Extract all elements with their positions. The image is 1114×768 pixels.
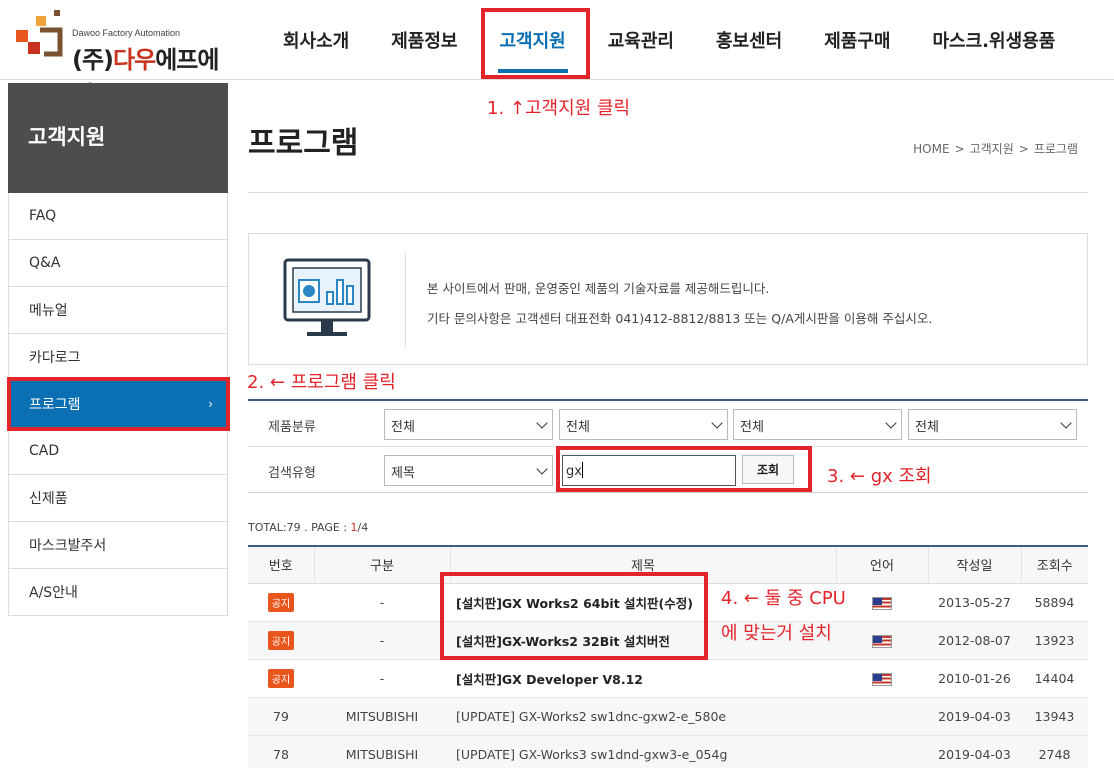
title-divider: [248, 192, 1088, 193]
sidebar-item-mask-order[interactable]: 마스크발주서: [8, 522, 228, 569]
row-views: 14404: [1021, 659, 1088, 698]
nav-purchase[interactable]: 제품구매: [803, 0, 911, 80]
result-summary: TOTAL:79 . PAGE : 1/4: [248, 521, 369, 534]
us-flag-icon: [872, 672, 892, 686]
sidebar-item-catalog[interactable]: 카다로그: [8, 334, 228, 381]
highlight-install-rows: [440, 572, 708, 660]
us-flag-icon: [872, 634, 892, 648]
search-type-select[interactable]: 제목: [384, 455, 553, 486]
nav-products[interactable]: 제품정보: [370, 0, 478, 80]
category-select-4[interactable]: 전체: [908, 409, 1077, 440]
row-number: 78: [248, 735, 314, 768]
row-category: -: [314, 621, 450, 660]
search-type-label: 검색유형: [268, 466, 316, 481]
nav-pr[interactable]: 홍보센터: [695, 0, 803, 80]
sidebar-item-cad[interactable]: CAD: [8, 428, 228, 475]
row-date: 2019-04-03: [928, 735, 1021, 768]
us-flag-icon: [872, 596, 892, 610]
row-category: -: [314, 659, 450, 698]
breadcrumb-home[interactable]: HOME: [913, 142, 949, 156]
col-views: 조회수: [1020, 546, 1088, 584]
chevron-down-icon: [1060, 417, 1072, 429]
current-page: 1: [350, 521, 358, 534]
logo-mark-icon: [16, 10, 63, 57]
row-title-link[interactable]: [UPDATE] GX-Works2 sw1dnc-gxw2-e_580e: [450, 697, 836, 736]
annotation-step-4-line-2: 에 맞는거 설치: [721, 623, 832, 644]
category-select-3[interactable]: 전체: [733, 409, 902, 440]
annotation-step-4-line-1: 4. ← 둘 중 CPU: [721, 588, 846, 609]
row-category: MITSUBISHI: [314, 697, 450, 736]
nav-education[interactable]: 교육관리: [587, 0, 695, 80]
table-row[interactable]: 공지 - [설치판]GX Developer V8.12 2010-01-26 …: [248, 659, 1088, 698]
chevron-down-icon: [711, 417, 723, 429]
notice-badge: 공지: [267, 668, 295, 688]
info-divider: [405, 254, 406, 346]
row-views: 13923: [1021, 621, 1088, 660]
info-box: 본 사이트에서 판매, 운영중인 제품의 기술자료를 제공해드립니다. 기타 문…: [248, 233, 1088, 365]
info-text: 본 사이트에서 판매, 운영중인 제품의 기술자료를 제공해드립니다. 기타 문…: [427, 274, 932, 334]
nav-mask[interactable]: 마스크.위생용품: [912, 0, 1077, 80]
annotation-step-2: 2. ← 프로그램 클릭: [247, 372, 396, 393]
row-category: -: [314, 583, 450, 622]
site-logo[interactable]: Dawoo Factory Automation (주)다우에프에이: [14, 8, 224, 109]
chevron-down-icon: [536, 463, 548, 475]
col-category: 구분: [313, 546, 450, 584]
info-line-1: 본 사이트에서 판매, 운영중인 제품의 기술자료를 제공해드립니다.: [427, 281, 770, 296]
row-date: 2012-08-07: [928, 621, 1021, 660]
sidebar-item-manual[interactable]: 메뉴얼: [8, 287, 228, 334]
row-date: 2019-04-03: [928, 697, 1021, 736]
page-title: 프로그램: [248, 126, 359, 161]
row-number: 79: [248, 697, 314, 736]
sidebar-title: 고객지원: [8, 83, 228, 193]
row-views: 13943: [1021, 697, 1088, 736]
row-title-link[interactable]: [UPDATE] GX-Works3 sw1dnd-gxw3-e_054g: [450, 735, 836, 768]
table-row[interactable]: 78 MITSUBISHI [UPDATE] GX-Works3 sw1dnd-…: [248, 735, 1088, 768]
info-line-2: 기타 문의사항은 고객센터 대표전화 041)412-8812/8813 또는 …: [427, 311, 933, 326]
highlight-search: [556, 446, 812, 492]
page: Dawoo Factory Automation (주)다우에프에이 회사소개 …: [0, 0, 1114, 768]
row-title-link[interactable]: [설치판]GX Developer V8.12: [450, 659, 836, 698]
row-category: MITSUBISHI: [314, 735, 450, 768]
row-date: 2013-05-27: [928, 583, 1021, 622]
category-select-1[interactable]: 전체: [384, 409, 553, 440]
annotation-step-1: 1. ↑고객지원 클릭: [487, 98, 631, 119]
col-date: 작성일: [927, 546, 1021, 584]
chevron-down-icon: [536, 417, 548, 429]
sidebar-item-as-guide[interactable]: A/S안내: [8, 569, 228, 616]
monitor-chart-icon: [283, 258, 371, 336]
col-language: 언어: [835, 546, 928, 584]
highlight-support-nav: [481, 8, 590, 79]
sidebar-item-faq[interactable]: FAQ: [8, 193, 228, 240]
breadcrumb-program: 프로그램: [1033, 142, 1078, 156]
annotation-step-3: 3. ← gx 조회: [827, 466, 932, 487]
highlight-program-menu: [7, 377, 230, 431]
sidebar-item-new-products[interactable]: 신제품: [8, 475, 228, 522]
row-language: [836, 735, 928, 768]
main-nav: 회사소개 제품정보 고객지원 교육관리 홍보센터 제품구매 마스크.위생용품: [262, 0, 1076, 80]
logo-tagline: Dawoo Factory Automation: [72, 28, 181, 38]
row-views: 2748: [1021, 735, 1088, 768]
notice-badge: 공지: [267, 592, 295, 612]
nav-company[interactable]: 회사소개: [262, 0, 370, 80]
category-row: 제품분류 전체 전체 전체 전체: [248, 401, 1088, 447]
category-label: 제품분류: [268, 420, 316, 435]
breadcrumb-support[interactable]: 고객지원: [970, 142, 1014, 156]
breadcrumb: HOME > 고객지원 > 프로그램: [913, 142, 1078, 156]
category-select-2[interactable]: 전체: [559, 409, 728, 440]
row-views: 58894: [1021, 583, 1088, 622]
chevron-down-icon: [885, 417, 897, 429]
table-row[interactable]: 79 MITSUBISHI [UPDATE] GX-Works2 sw1dnc-…: [248, 697, 1088, 736]
notice-badge: 공지: [267, 630, 295, 650]
sidebar-item-qna[interactable]: Q&A: [8, 240, 228, 287]
row-language: [836, 697, 928, 736]
col-number: 번호: [248, 546, 314, 584]
row-date: 2010-01-26: [928, 659, 1021, 698]
